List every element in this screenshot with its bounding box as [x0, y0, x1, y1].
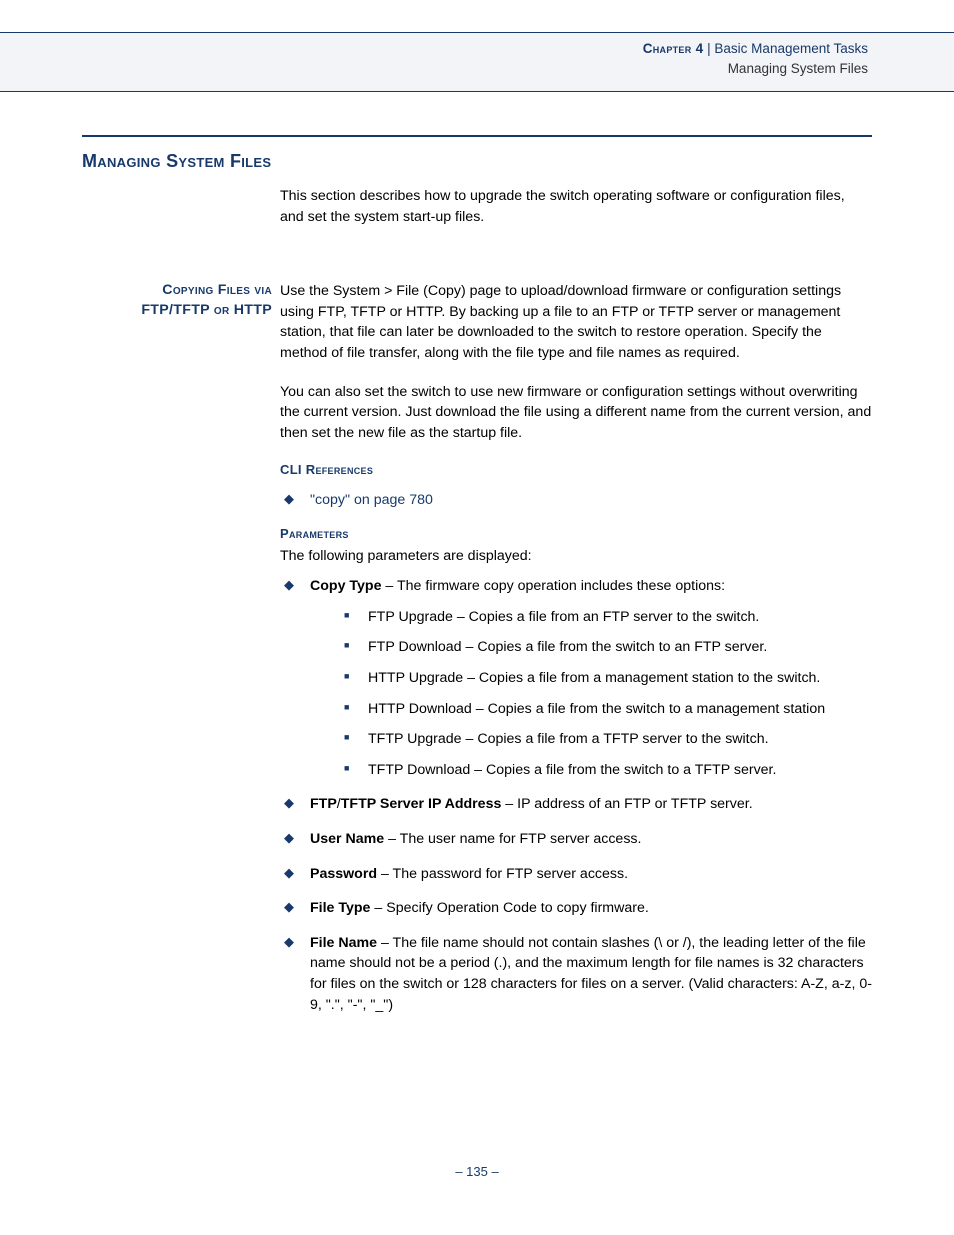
- param-file-name: File Name – The file name should not con…: [280, 933, 872, 1015]
- title-rule: [82, 135, 872, 137]
- page-title: Managing System Files: [82, 151, 872, 172]
- parameters-heading: Parameters: [280, 525, 872, 544]
- option-tftp-download: TFTP Download – Copies a file from the s…: [310, 760, 872, 781]
- page-header: Chapter 4 | Basic Management Tasks Manag…: [0, 32, 954, 92]
- cli-reference-item: "copy" on page 780: [280, 490, 872, 511]
- breadcrumb: Basic Management Tasks: [714, 41, 868, 56]
- section-para2: You can also set the switch to use new f…: [280, 382, 872, 444]
- param-file-type: File Type – Specify Operation Code to co…: [280, 898, 872, 919]
- header-subtitle: Managing System Files: [0, 59, 868, 79]
- param-label: User Name: [310, 831, 384, 847]
- intro-paragraph: This section describes how to upgrade th…: [280, 186, 872, 227]
- param-desc: – The password for FTP server access.: [377, 866, 628, 882]
- section-body: Use the System > File (Copy) page to upl…: [280, 281, 872, 1029]
- cli-references-heading: CLI References: [280, 461, 872, 480]
- param-desc: – The file name should not contain slash…: [310, 935, 872, 1013]
- option-http-upgrade: HTTP Upgrade – Copies a file from a mana…: [310, 668, 872, 689]
- side-heading: Copying Files via FTP/TFTP or HTTP: [82, 281, 280, 1029]
- section-copying-files: Copying Files via FTP/TFTP or HTTP Use t…: [82, 281, 872, 1029]
- header-separator: |: [703, 41, 714, 56]
- option-tftp-upgrade: TFTP Upgrade – Copies a file from a TFTP…: [310, 729, 872, 750]
- option-http-download: HTTP Download – Copies a file from the s…: [310, 699, 872, 720]
- option-ftp-download: FTP Download – Copies a file from the sw…: [310, 637, 872, 658]
- param-desc: – The firmware copy operation includes t…: [381, 578, 725, 594]
- param-user-name: User Name – The user name for FTP server…: [280, 829, 872, 850]
- cli-copy-link[interactable]: "copy" on page 780: [310, 492, 433, 508]
- page-content: Managing System Files This section descr…: [82, 135, 872, 1029]
- param-desc: – Specify Operation Code to copy firmwar…: [370, 900, 648, 916]
- section-para1: Use the System > File (Copy) page to upl…: [280, 281, 872, 363]
- param-desc: – IP address of an FTP or TFTP server.: [501, 796, 752, 812]
- intro-block: This section describes how to upgrade th…: [280, 186, 872, 227]
- param-label: Copy Type: [310, 578, 381, 594]
- page-number: – 135 –: [0, 1164, 954, 1179]
- option-ftp-upgrade: FTP Upgrade – Copies a file from an FTP …: [310, 607, 872, 628]
- param-label-part1: FTP: [310, 796, 337, 812]
- parameters-list: Copy Type – The firmware copy operation …: [280, 576, 872, 1015]
- copy-type-options: FTP Upgrade – Copies a file from an FTP …: [310, 607, 872, 781]
- param-copy-type: Copy Type – The firmware copy operation …: [280, 576, 872, 780]
- side-heading-line1: Copying Files via: [162, 282, 272, 298]
- param-password: Password – The password for FTP server a…: [280, 864, 872, 885]
- param-server-ip: FTP/TFTP Server IP Address – IP address …: [280, 794, 872, 815]
- param-label: File Name: [310, 935, 377, 951]
- param-label-part2: TFTP Server IP Address: [341, 796, 502, 812]
- param-label: Password: [310, 866, 377, 882]
- chapter-label: Chapter 4: [643, 41, 704, 56]
- param-desc: – The user name for FTP server access.: [384, 831, 641, 847]
- cli-references-list: "copy" on page 780: [280, 490, 872, 511]
- side-heading-line2: FTP/TFTP or HTTP: [141, 302, 272, 318]
- parameters-intro: The following parameters are displayed:: [280, 546, 872, 567]
- param-label: File Type: [310, 900, 370, 916]
